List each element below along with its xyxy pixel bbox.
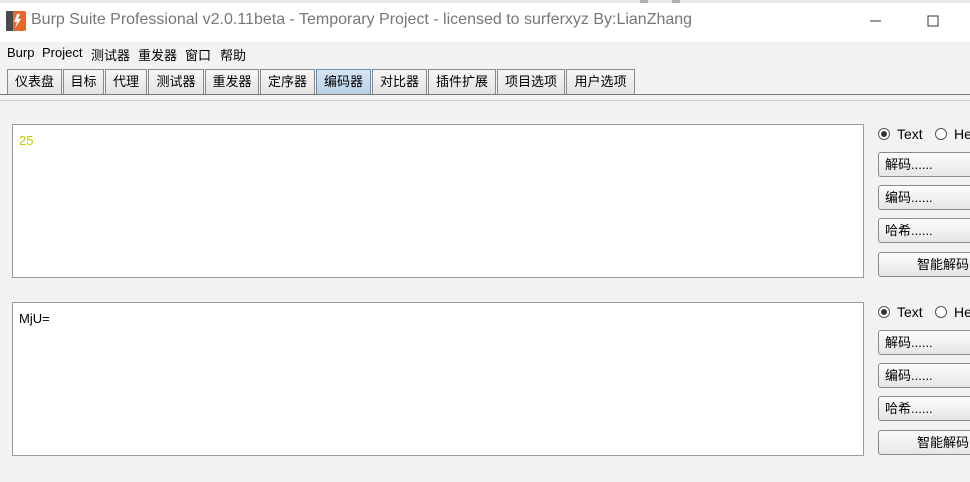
decoder-input-area[interactable]: 25 bbox=[12, 124, 864, 278]
mode-options: Text He bbox=[878, 304, 970, 322]
strip-mark bbox=[672, 0, 680, 3]
title-bar-top-strip bbox=[0, 0, 970, 3]
title-bar: Burp Suite Professional v2.0.11beta - Te… bbox=[0, 0, 970, 42]
window-title: Burp Suite Professional v2.0.11beta - Te… bbox=[31, 11, 693, 28]
tab-decoder[interactable]: 编码器 bbox=[316, 69, 371, 94]
mode-options: Text He bbox=[878, 126, 970, 144]
menu-window[interactable]: 窗口 bbox=[185, 45, 211, 64]
decode-as-button[interactable]: 解码...... bbox=[878, 152, 970, 177]
menu-burp[interactable]: Burp bbox=[7, 45, 34, 60]
tab-user-options[interactable]: 用户选项 bbox=[566, 69, 635, 94]
strip-mark bbox=[640, 0, 648, 3]
tab-sequencer[interactable]: 定序器 bbox=[260, 69, 315, 94]
smart-decode-button[interactable]: 智能解码 bbox=[878, 252, 970, 277]
output-text: MjU= bbox=[19, 311, 50, 326]
hex-radio-label: He bbox=[954, 126, 970, 142]
tab-dashboard[interactable]: 仪表盘 bbox=[7, 69, 62, 94]
smart-decode-button[interactable]: 智能解码 bbox=[878, 430, 970, 455]
menu-intruder[interactable]: 测试器 bbox=[91, 45, 130, 64]
tab-comparer[interactable]: 对比器 bbox=[372, 69, 427, 94]
hash-button[interactable]: 哈希...... bbox=[878, 218, 970, 243]
hash-button[interactable]: 哈希...... bbox=[878, 396, 970, 421]
decoder-output-area[interactable]: MjU= bbox=[12, 302, 864, 456]
decode-as-button[interactable]: 解码...... bbox=[878, 330, 970, 355]
tab-project-options[interactable]: 项目选项 bbox=[497, 69, 565, 94]
maximize-icon[interactable] bbox=[918, 8, 948, 34]
tab-proxy[interactable]: 代理 bbox=[105, 69, 147, 94]
text-radio-label: Text bbox=[897, 126, 923, 142]
menu-help[interactable]: 帮助 bbox=[220, 45, 246, 64]
menu-repeater[interactable]: 重发器 bbox=[138, 45, 177, 64]
burp-logo-icon bbox=[6, 11, 26, 31]
tab-extender[interactable]: 插件扩展 bbox=[428, 69, 496, 94]
hex-radio[interactable] bbox=[935, 128, 947, 140]
minimize-icon[interactable] bbox=[860, 8, 890, 34]
encode-as-button[interactable]: 编码...... bbox=[878, 185, 970, 210]
encode-as-button[interactable]: 编码...... bbox=[878, 363, 970, 388]
text-radio-label: Text bbox=[897, 304, 923, 320]
tab-intruder[interactable]: 测试器 bbox=[148, 69, 204, 94]
text-radio[interactable] bbox=[878, 128, 890, 140]
hex-radio[interactable] bbox=[935, 306, 947, 318]
tab-bar-separator bbox=[0, 100, 970, 101]
tab-target[interactable]: 目标 bbox=[63, 69, 104, 94]
menu-project[interactable]: Project bbox=[42, 45, 82, 60]
menu-bar: Burp Project 测试器 重发器 窗口 帮助 bbox=[0, 42, 970, 64]
tab-bar-baseline bbox=[0, 94, 970, 95]
input-text: 25 bbox=[19, 133, 34, 148]
hex-radio-label: He bbox=[954, 304, 970, 320]
text-radio[interactable] bbox=[878, 306, 890, 318]
tab-repeater[interactable]: 重发器 bbox=[205, 69, 259, 94]
